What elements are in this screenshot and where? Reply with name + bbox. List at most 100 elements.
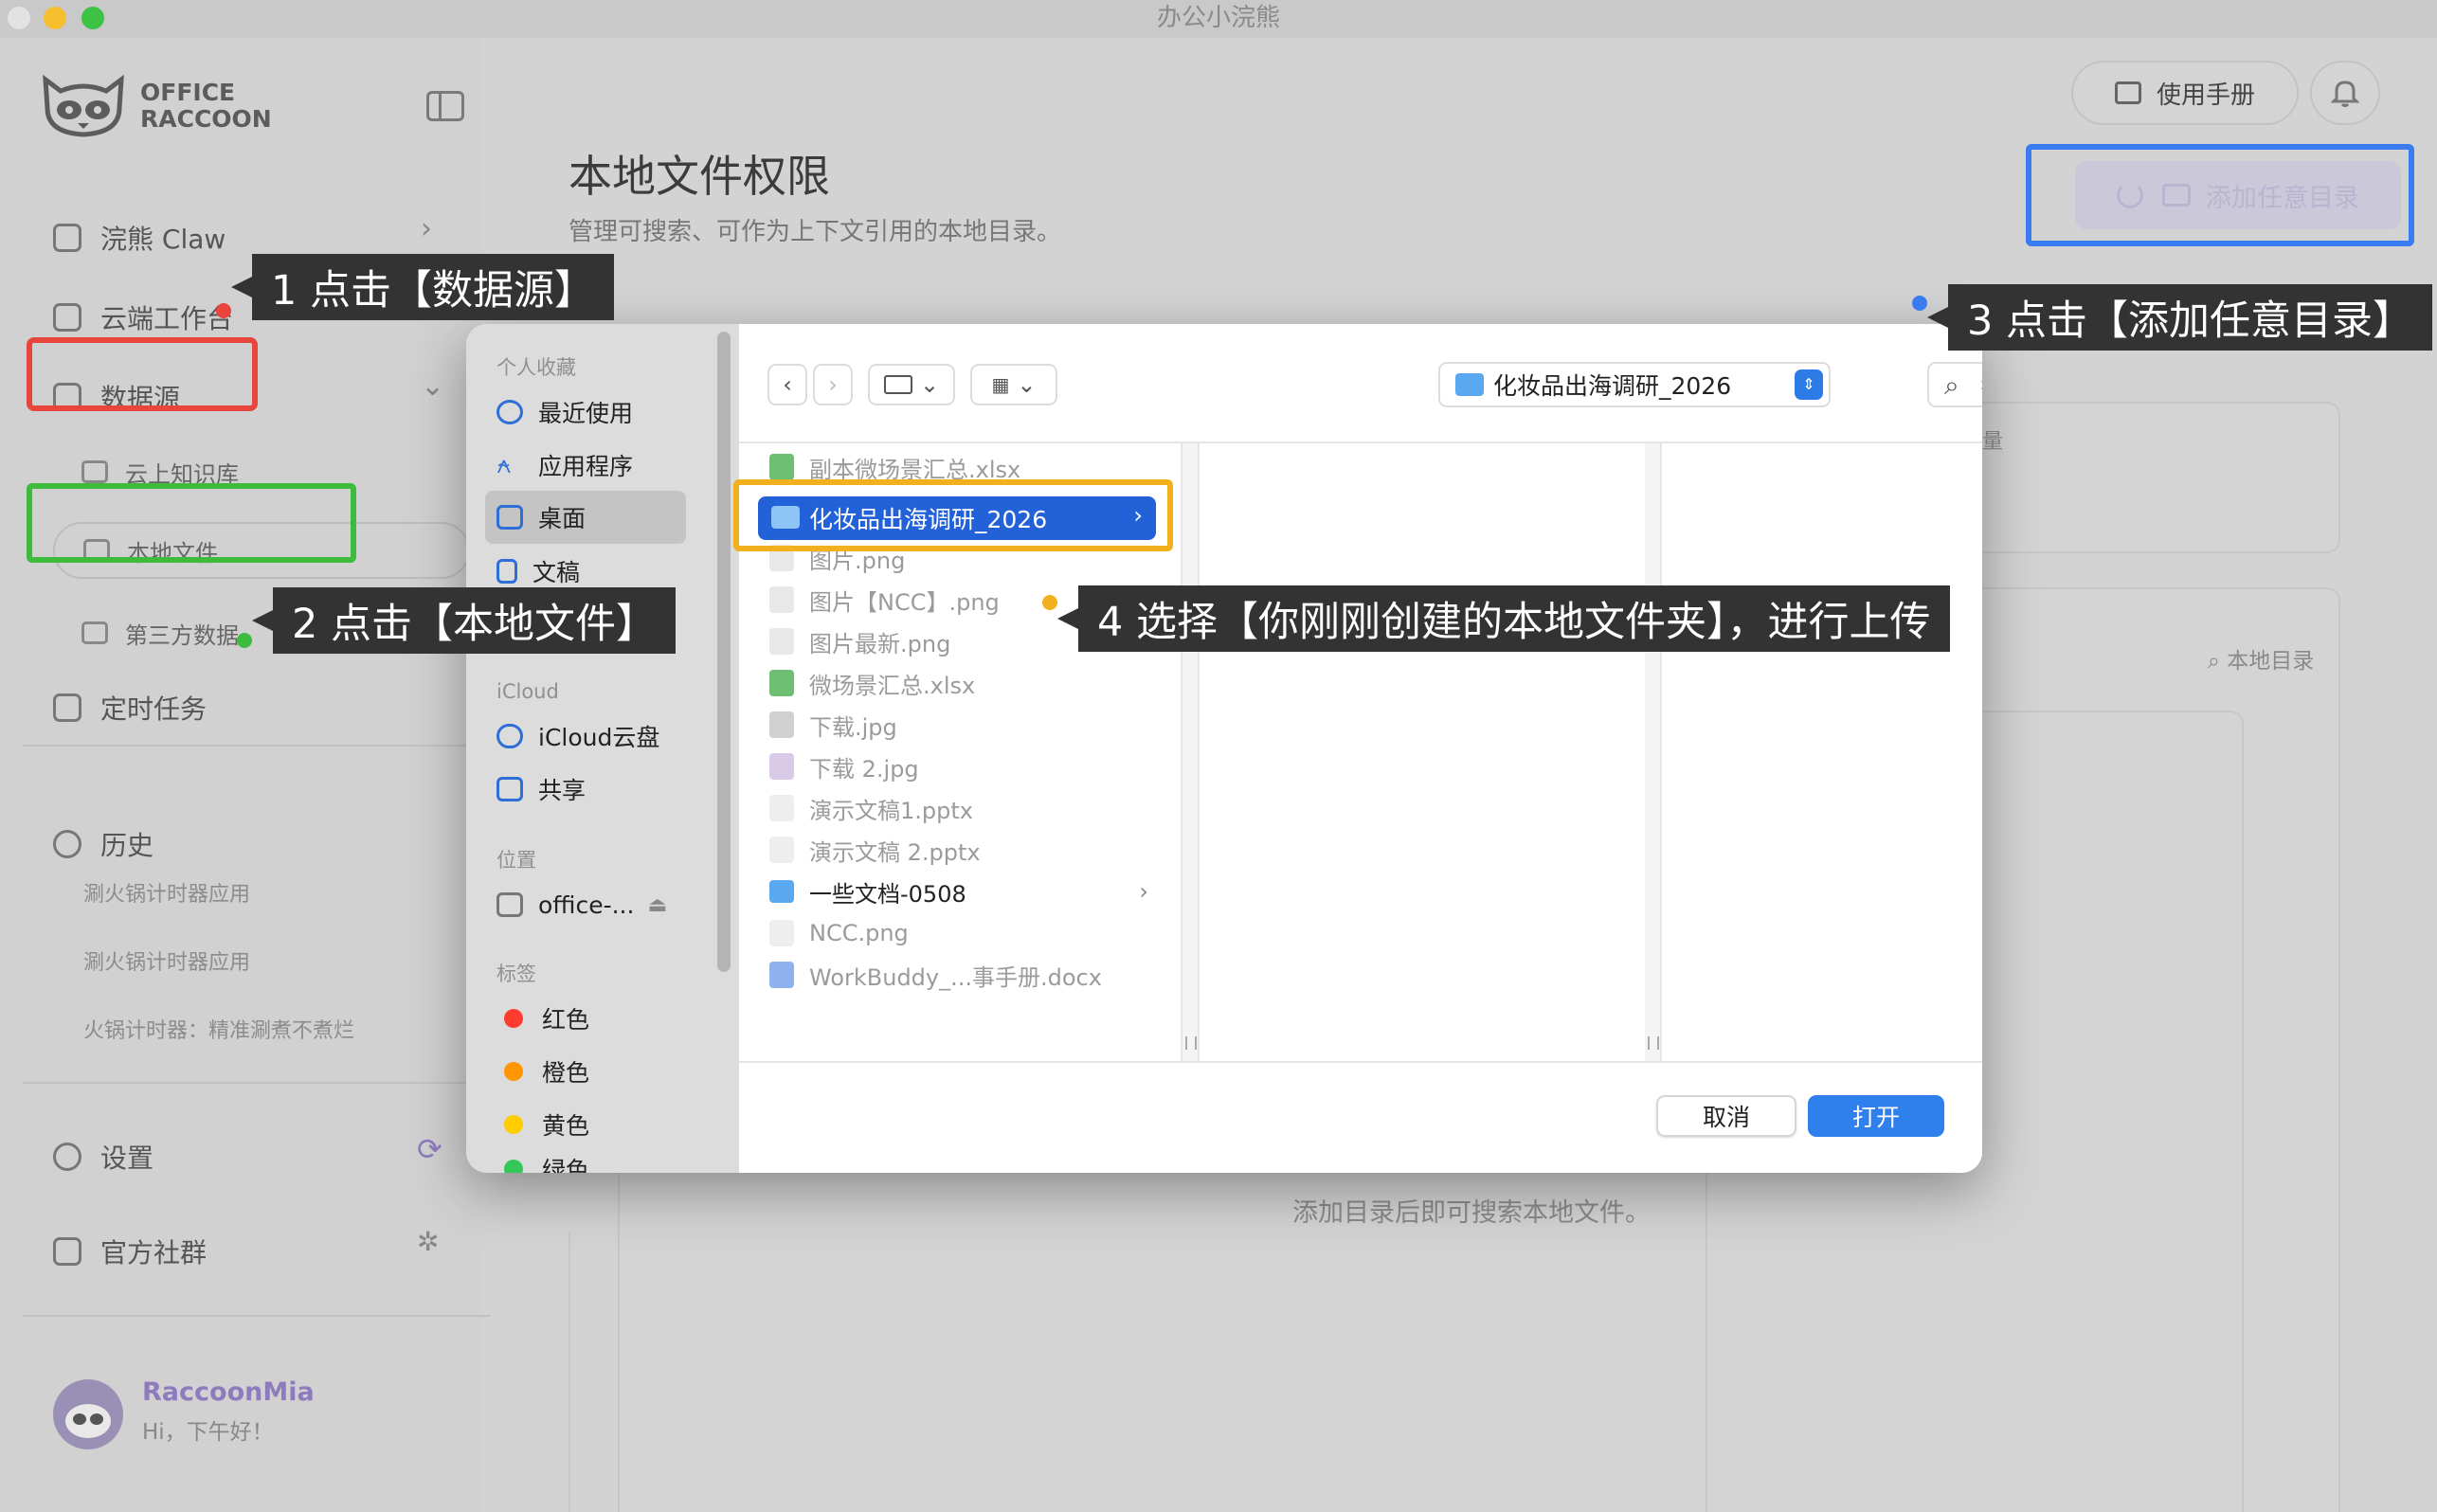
location-office-drive[interactable]: office-... ⏏ bbox=[496, 881, 705, 928]
clock-icon bbox=[496, 400, 523, 424]
pptx-file-icon bbox=[769, 795, 794, 821]
annotation-step-1: 1 点击【数据源】 bbox=[230, 254, 615, 320]
word-file-icon bbox=[769, 962, 794, 988]
column-gap bbox=[1182, 443, 1200, 1061]
user-name: RaccoonMia bbox=[142, 1377, 315, 1407]
history-item[interactable]: 火锅计时器：精准涮煮不煮烂 bbox=[83, 1014, 354, 1044]
open-button[interactable]: 打开 bbox=[1808, 1095, 1944, 1137]
columns-view-icon bbox=[883, 375, 912, 394]
image-file-icon bbox=[769, 711, 794, 738]
sidebar-item-history[interactable]: 历史 bbox=[53, 820, 153, 868]
icloud-section-title: iCloud bbox=[496, 680, 559, 703]
excel-file-icon bbox=[769, 454, 794, 480]
sidebar-divider bbox=[23, 1082, 491, 1084]
icloud-shared[interactable]: 共享 bbox=[496, 765, 705, 813]
image-file-icon bbox=[769, 586, 794, 613]
annotation-pointer-dot bbox=[1042, 595, 1057, 610]
sidebar-item-third-party[interactable]: 第三方数据 bbox=[81, 610, 239, 656]
favorite-desktop[interactable]: 桌面 bbox=[485, 491, 686, 544]
local-directory-search[interactable]: ⌕ 本地目录 bbox=[2208, 642, 2314, 675]
path-stepper-icon: ⇕ bbox=[1795, 369, 1823, 400]
favorite-recent[interactable]: 最近使用 bbox=[496, 388, 705, 436]
icloud-drive[interactable]: iCloud云盘 bbox=[496, 712, 705, 760]
path-selector[interactable]: 化妆品出海调研_2026 ⇕ bbox=[1438, 362, 1831, 407]
sidebar-toggle-icon[interactable] bbox=[426, 91, 464, 121]
folder-icon bbox=[769, 880, 794, 903]
user-manual-button[interactable]: 使用手册 bbox=[2071, 61, 2299, 125]
image-file-icon bbox=[769, 628, 794, 655]
view-columns-button[interactable]: ⌄ bbox=[868, 364, 955, 405]
favorite-applications[interactable]: ⍲ 应用程序 bbox=[496, 441, 705, 489]
stats-card: 量 bbox=[1952, 402, 2340, 553]
knowledge-base-icon bbox=[81, 460, 108, 483]
highlight-add-directory bbox=[2026, 144, 2414, 246]
sidebar-item-community[interactable]: 官方社群 bbox=[53, 1228, 207, 1275]
book-icon bbox=[2114, 81, 2141, 104]
list-item[interactable]: WorkBuddy_...事手册.docx bbox=[769, 955, 1102, 995]
calendar-icon bbox=[53, 693, 81, 722]
forward-button[interactable]: › bbox=[813, 364, 853, 405]
eject-icon[interactable]: ⏏ bbox=[647, 893, 667, 917]
pptx-file-icon bbox=[769, 837, 794, 863]
list-item[interactable]: 下载.jpg bbox=[769, 705, 897, 745]
list-item[interactable]: 下载 2.jpg bbox=[769, 747, 919, 786]
search-icon: ⌕ bbox=[2208, 649, 2228, 674]
annotation-step-3: 3 点击【添加任意目录】 bbox=[1926, 284, 2433, 351]
list-item[interactable]: 一些文档-0508 › bbox=[769, 872, 1148, 911]
folder-icon bbox=[1455, 373, 1484, 396]
annotation-step-4: 4 选择【你刚刚创建的本地文件夹】，进行上传 bbox=[1057, 585, 1950, 652]
brand-name: OFFICE RACCOON bbox=[140, 79, 272, 133]
list-item[interactable]: 微场景汇总.xlsx bbox=[769, 663, 975, 703]
list-item[interactable]: 图片最新.png bbox=[769, 621, 950, 661]
link-icon bbox=[81, 621, 108, 644]
tag-green[interactable]: 绿色 bbox=[496, 1150, 705, 1173]
dialog-sidebar-scrollbar[interactable] bbox=[717, 332, 731, 972]
tag-red[interactable]: 红色 bbox=[496, 995, 705, 1042]
main-divider bbox=[569, 1232, 570, 1512]
notification-dot bbox=[216, 303, 231, 318]
document-icon bbox=[496, 559, 517, 584]
annotation-step-2: 2 点击【本地文件】 bbox=[251, 587, 677, 654]
list-item[interactable]: 图片【NCC】.png bbox=[769, 580, 1000, 620]
group-by-button[interactable]: ▦ ⌄ bbox=[970, 364, 1057, 405]
sidebar-item-claw[interactable]: 浣熊 Claw bbox=[53, 214, 226, 261]
excel-file-icon bbox=[769, 670, 794, 696]
tag-yellow[interactable]: 黄色 bbox=[496, 1101, 705, 1148]
dialog-toolbar: ‹ › ⌄ ▦⌄ 化妆品出海调研_2026 ⇕ ⌕ 搜索 bbox=[739, 324, 1982, 443]
yellow-tag-icon bbox=[504, 1115, 523, 1134]
history-item[interactable]: 涮火锅计时器应用 bbox=[83, 877, 250, 908]
column-resize-handle[interactable] bbox=[1185, 1036, 1197, 1050]
highlight-data-source bbox=[27, 337, 258, 411]
file-column-3 bbox=[1662, 443, 1982, 1061]
list-item[interactable]: NCC.png bbox=[769, 913, 909, 953]
robot-icon bbox=[53, 224, 81, 252]
chevron-down-icon: ⌄ bbox=[421, 369, 445, 403]
page-subtitle: 管理可搜索、可作为上下文引用的本地目录。 bbox=[569, 218, 1062, 246]
sidebar-item-cloud-workspace[interactable]: 云端工作台 bbox=[53, 294, 233, 341]
list-item[interactable]: 演示文稿1.pptx bbox=[769, 788, 973, 828]
raccoon-logo-icon bbox=[43, 74, 124, 137]
desktop-icon bbox=[496, 505, 523, 530]
chevron-right-icon: › bbox=[1139, 878, 1148, 905]
list-item[interactable]: 副本微场景汇总.xlsx bbox=[769, 453, 1020, 481]
bug-icon[interactable]: ✲ bbox=[417, 1226, 439, 1257]
sidebar-item-scheduled-tasks[interactable]: 定时任务 bbox=[53, 684, 207, 731]
history-item[interactable]: 涮火锅计时器应用 bbox=[83, 945, 250, 976]
column-gap bbox=[1645, 443, 1662, 1061]
community-icon bbox=[53, 1237, 81, 1266]
sidebar-item-settings[interactable]: 设置 bbox=[53, 1133, 153, 1180]
sync-icon[interactable]: ⟳ bbox=[417, 1131, 442, 1167]
tag-orange[interactable]: 橙色 bbox=[496, 1048, 705, 1095]
back-button[interactable]: ‹ bbox=[767, 364, 807, 405]
locations-section-title: 位置 bbox=[496, 849, 536, 872]
drive-icon bbox=[496, 892, 523, 917]
image-file-icon bbox=[769, 753, 794, 780]
avatar[interactable] bbox=[53, 1379, 123, 1449]
list-item[interactable]: 演示文稿 2.pptx bbox=[769, 830, 981, 870]
dialog-search-input[interactable]: ⌕ 搜索 bbox=[1927, 362, 1982, 407]
notification-button[interactable] bbox=[2310, 61, 2380, 125]
favorites-section-title: 个人收藏 bbox=[496, 356, 576, 379]
column-resize-handle[interactable] bbox=[1648, 1036, 1659, 1050]
cancel-button[interactable]: 取消 bbox=[1656, 1095, 1796, 1137]
file-column-2 bbox=[1200, 443, 1662, 1061]
